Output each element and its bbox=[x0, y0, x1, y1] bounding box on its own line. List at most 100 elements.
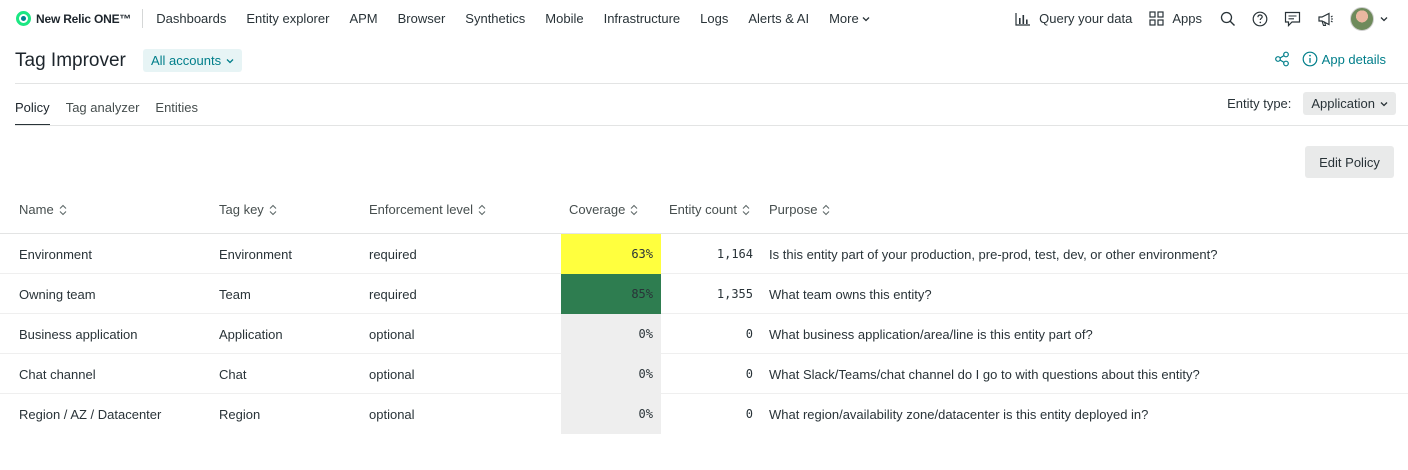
chevron-down-icon bbox=[1380, 101, 1388, 106]
cell-tag-key: Environment bbox=[219, 246, 292, 262]
cell-purpose: What region/availability zone/datacenter… bbox=[769, 406, 1149, 422]
table-row[interactable]: Chat channel Chat optional 0% 0 What Sla… bbox=[0, 354, 1408, 394]
table-row[interactable]: Environment Environment required 63% 1,1… bbox=[0, 234, 1408, 274]
chart-icon bbox=[1015, 12, 1031, 26]
info-icon bbox=[1302, 51, 1318, 67]
column-header-name[interactable]: Name bbox=[19, 202, 67, 217]
announcements-button[interactable] bbox=[1317, 11, 1334, 27]
column-header-tag-key[interactable]: Tag key bbox=[219, 202, 277, 217]
nav-item-logs[interactable]: Logs bbox=[700, 11, 728, 26]
sort-icon bbox=[478, 204, 486, 215]
table-header: Name Tag key Enforcement level Coverage … bbox=[0, 190, 1408, 234]
cell-enforcement-level: required bbox=[369, 246, 417, 262]
page-title: Tag Improver bbox=[15, 50, 126, 71]
nav-items: Dashboards Entity explorer APM Browser S… bbox=[156, 0, 889, 37]
sort-icon bbox=[742, 204, 750, 215]
sort-icon bbox=[59, 204, 67, 215]
search-button[interactable] bbox=[1220, 11, 1236, 27]
cell-coverage: 85% bbox=[561, 274, 661, 314]
tabs-divider bbox=[15, 125, 1408, 126]
cell-name: Business application bbox=[19, 326, 138, 342]
help-button[interactable] bbox=[1252, 11, 1268, 27]
chevron-down-icon bbox=[226, 58, 234, 63]
cell-name: Chat channel bbox=[19, 366, 96, 382]
sort-icon bbox=[823, 204, 830, 215]
nav-item-synthetics[interactable]: Synthetics bbox=[465, 11, 525, 26]
cell-tag-key: Team bbox=[219, 286, 251, 302]
announcement-icon bbox=[1318, 12, 1333, 26]
new-relic-logo[interactable]: New Relic ONE™ bbox=[16, 0, 131, 37]
feedback-button[interactable] bbox=[1284, 11, 1301, 27]
apps-button[interactable]: Apps bbox=[1149, 11, 1202, 26]
column-header-label: Tag key bbox=[219, 202, 264, 217]
cell-entity-count: 1,355 bbox=[716, 287, 753, 301]
cell-coverage: 0% bbox=[561, 354, 661, 394]
cell-coverage: 63% bbox=[561, 234, 661, 274]
column-header-enforcement-level[interactable]: Enforcement level bbox=[369, 202, 486, 217]
nav-item-entity-explorer[interactable]: Entity explorer bbox=[246, 11, 329, 26]
cell-enforcement-level: optional bbox=[369, 366, 415, 382]
entity-type-value: Application bbox=[1311, 96, 1375, 111]
cell-enforcement-level: optional bbox=[369, 406, 415, 422]
accounts-picker-label: All accounts bbox=[151, 53, 222, 68]
chevron-down-icon bbox=[862, 16, 870, 21]
cell-entity-count: 0 bbox=[745, 327, 753, 341]
cell-entity-count: 0 bbox=[745, 367, 753, 381]
table-row[interactable]: Business application Application optiona… bbox=[0, 314, 1408, 354]
cell-name: Owning team bbox=[19, 286, 96, 302]
header-actions: App details bbox=[1274, 51, 1386, 67]
entity-type-label: Entity type: bbox=[1227, 96, 1292, 111]
cell-entity-count: 1,164 bbox=[716, 247, 753, 261]
top-navigation: New Relic ONE™ Dashboards Entity explore… bbox=[0, 0, 1408, 37]
table-row[interactable]: Owning team Team required 85% 1,355 What… bbox=[0, 274, 1408, 314]
apps-grid-icon bbox=[1149, 11, 1164, 26]
sort-icon bbox=[269, 204, 277, 215]
cell-enforcement-level: optional bbox=[369, 326, 415, 342]
policy-table: Name Tag key Enforcement level Coverage … bbox=[0, 190, 1408, 434]
cell-purpose: What Slack/Teams/chat channel do I go to… bbox=[769, 366, 1200, 382]
user-menu[interactable] bbox=[1350, 6, 1388, 31]
apps-label: Apps bbox=[1172, 11, 1202, 26]
column-header-label: Purpose bbox=[769, 202, 818, 217]
share-icon[interactable] bbox=[1274, 51, 1290, 67]
tab-entities[interactable]: Entities bbox=[155, 83, 198, 125]
column-header-purpose[interactable]: Purpose bbox=[769, 202, 830, 217]
help-icon bbox=[1252, 11, 1268, 26]
column-header-coverage[interactable]: Coverage bbox=[569, 202, 638, 217]
nav-item-more[interactable]: More bbox=[829, 11, 870, 26]
nav-divider bbox=[142, 9, 144, 28]
column-header-label: Entity count bbox=[669, 202, 737, 217]
nav-item-apm[interactable]: APM bbox=[349, 11, 377, 26]
header-divider bbox=[15, 83, 1408, 84]
cell-purpose: What business application/area/line is t… bbox=[769, 326, 1093, 342]
cell-tag-key: Application bbox=[219, 326, 283, 342]
nav-item-browser[interactable]: Browser bbox=[398, 11, 446, 26]
entity-type-select[interactable]: Application bbox=[1303, 92, 1396, 115]
cell-tag-key: Region bbox=[219, 406, 261, 422]
app-details-label: App details bbox=[1321, 51, 1386, 67]
cell-enforcement-level: required bbox=[369, 286, 417, 302]
query-your-data-label: Query your data bbox=[1039, 11, 1133, 26]
sort-icon bbox=[630, 204, 638, 215]
nav-item-alerts-ai[interactable]: Alerts & AI bbox=[748, 11, 809, 26]
query-your-data-button[interactable]: Query your data bbox=[1015, 11, 1132, 26]
edit-policy-button[interactable]: Edit Policy bbox=[1305, 146, 1394, 178]
column-header-entity-count[interactable]: Entity count bbox=[669, 202, 750, 217]
chevron-down-icon bbox=[1380, 16, 1388, 21]
cell-name: Environment bbox=[19, 246, 92, 262]
cell-coverage: 0% bbox=[561, 394, 661, 434]
page-header: Tag Improver All accounts App details bbox=[0, 37, 1408, 83]
nav-item-infrastructure[interactable]: Infrastructure bbox=[604, 11, 681, 26]
app-details-button[interactable]: App details bbox=[1302, 51, 1386, 67]
tab-policy[interactable]: Policy bbox=[15, 83, 50, 126]
cell-tag-key: Chat bbox=[219, 366, 247, 382]
table-row[interactable]: Region / AZ / Datacenter Region optional… bbox=[0, 394, 1408, 434]
tab-tag-analyzer[interactable]: Tag analyzer bbox=[66, 83, 140, 125]
cell-purpose: Is this entity part of your production, … bbox=[769, 246, 1218, 262]
nav-item-mobile[interactable]: Mobile bbox=[545, 11, 583, 26]
column-header-label: Enforcement level bbox=[369, 202, 474, 217]
cell-entity-count: 0 bbox=[745, 407, 753, 421]
nav-item-more-label: More bbox=[829, 11, 859, 26]
accounts-picker[interactable]: All accounts bbox=[143, 49, 243, 72]
nav-item-dashboards[interactable]: Dashboards bbox=[156, 11, 226, 26]
